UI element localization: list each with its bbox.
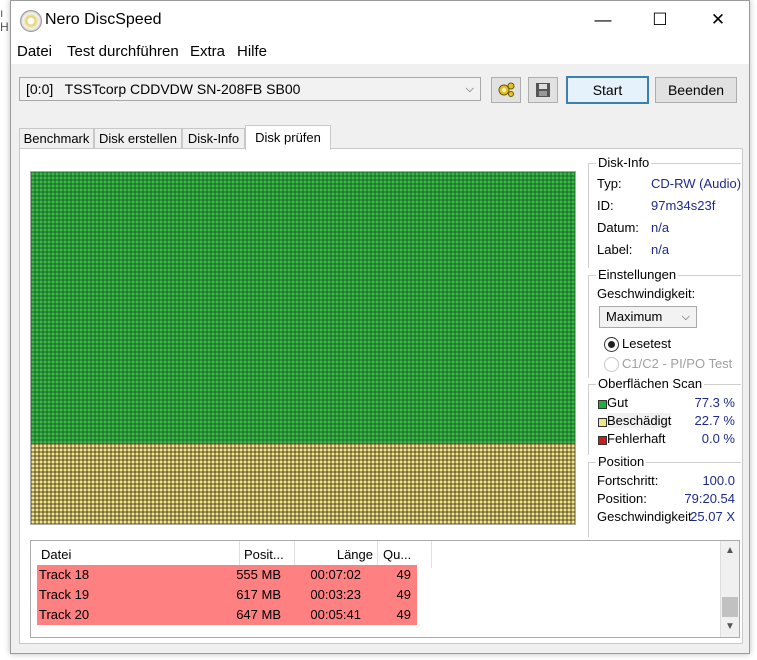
save-icon: [536, 83, 550, 97]
cell-file: Track 18: [39, 567, 90, 582]
speed-select-value: Maximum: [606, 309, 663, 324]
cell-length: 00:03:23: [310, 587, 361, 602]
cell-position: 617 MB: [236, 587, 281, 602]
legend-good-label: Gut: [607, 395, 628, 410]
chevron-down-icon: ⌵: [681, 311, 690, 323]
speed-label: Geschwindigkeit:: [597, 286, 696, 301]
cell-file: Track 19: [39, 587, 90, 602]
cell-position: 555 MB: [236, 567, 281, 582]
radio-read-test-label: Lesetest: [622, 336, 672, 351]
chevron-down-icon: ⌵: [465, 83, 474, 95]
background-window-fragment: H: [0, 20, 9, 34]
disk-date-value: n/a: [651, 220, 670, 235]
legend-good-swatch: [598, 400, 607, 409]
cell-quality: 49: [396, 607, 411, 622]
legend-damaged-label: Beschädigt: [607, 413, 672, 428]
disk-id-value: 97m34s23f: [651, 198, 716, 213]
radio-c1c2-test[interactable]: [604, 357, 619, 372]
minimize-button[interactable]: —: [574, 1, 632, 39]
legend-error-label: Fehlerhaft: [607, 431, 666, 446]
tab-benchmark[interactable]: Benchmark: [19, 128, 94, 149]
close-button[interactable]: ✕: [689, 1, 747, 39]
title-bar: Nero DiscSpeed — ☐ ✕: [11, 1, 749, 39]
cell-quality: 49: [396, 567, 411, 582]
table-row[interactable]: Track 19 617 MB 00:03:23 49: [37, 585, 417, 605]
beenden-button[interactable]: Beenden: [655, 77, 737, 103]
progress-label: Fortschritt:: [597, 473, 659, 488]
disk-label-value: n/a: [651, 242, 670, 257]
drive-select-value: [0:0] TSSTcorp CDDVDW SN-208FB SB00: [26, 81, 301, 97]
disk-type-label: Typ:: [597, 176, 622, 191]
scan-damaged-area: [31, 444, 575, 524]
drive-select[interactable]: [0:0] TSSTcorp CDDVDW SN-208FB SB00 ⌵: [19, 77, 481, 101]
progress-value: 100.0: [702, 473, 735, 488]
tab-strip: Benchmark Disk erstellen Disk-Info Disk …: [19, 125, 739, 150]
tab-disk-info[interactable]: Disk-Info: [182, 128, 245, 149]
column-header-length[interactable]: Länge: [297, 541, 378, 568]
menu-hilfe[interactable]: Hilfe: [237, 43, 267, 60]
surface-scan-title: Oberflächen Scan: [596, 376, 705, 391]
maximize-button[interactable]: ☐: [631, 1, 689, 39]
surface-scan-map: [30, 171, 576, 525]
column-header-position[interactable]: Posit...: [242, 541, 295, 568]
column-header-file[interactable]: Datei: [31, 541, 240, 568]
cell-length: 00:07:02: [310, 567, 361, 582]
disk-info-group: Disk-Info Typ: CD-RW (Audio) ID: 97m34s2…: [588, 155, 742, 268]
surface-scan-group: Oberflächen Scan Gut 77.3 % Beschädigt 2…: [588, 376, 741, 455]
scroll-up-icon[interactable]: ▲: [725, 545, 735, 556]
legend-error-swatch: [598, 436, 607, 445]
disk-info-title: Disk-Info: [596, 155, 652, 170]
disk-id-label: ID:: [597, 198, 614, 213]
menu-test[interactable]: Test durchführen: [67, 43, 179, 60]
table-scrollbar[interactable]: ▲ ▼: [720, 541, 739, 637]
cell-length: 00:05:41: [310, 607, 361, 622]
disk-check-panel: Disk-Info Typ: CD-RW (Audio) ID: 97m34s2…: [19, 148, 743, 644]
position-title: Position: [596, 454, 647, 469]
disk-type-value: CD-RW (Audio): [651, 176, 742, 191]
speed-readout-label: Geschwindigkeit: [597, 509, 692, 524]
legend-damaged-value: 22.7 %: [694, 413, 735, 428]
track-table: Datei Posit... Länge Qu... Track 18 555 …: [30, 540, 740, 638]
main-window: Nero DiscSpeed — ☐ ✕ Datei Test durchfüh…: [10, 0, 750, 654]
scroll-down-icon[interactable]: ▼: [725, 621, 735, 632]
drive-settings-button[interactable]: [491, 77, 521, 103]
speed-select[interactable]: Maximum ⌵: [599, 306, 697, 328]
table-row[interactable]: Track 20 647 MB 00:05:41 49: [37, 605, 417, 625]
column-header-quality[interactable]: Qu...: [379, 541, 432, 568]
tab-disk-erstellen[interactable]: Disk erstellen: [94, 128, 182, 149]
tab-disk-pruefen[interactable]: Disk prüfen: [245, 125, 331, 150]
menu-bar: Datei Test durchführen Extra Hilfe: [11, 39, 749, 64]
legend-error-value: 0.0 %: [701, 431, 735, 446]
nero-disc-icon: [20, 10, 42, 32]
cell-position: 647 MB: [236, 607, 281, 622]
table-row[interactable]: Track 18 555 MB 00:07:02 49: [37, 565, 417, 585]
settings-title: Einstellungen: [596, 267, 679, 282]
menu-datei[interactable]: Datei: [17, 43, 52, 60]
radio-c1c2-test-label: C1/C2 - PI/PO Test: [622, 356, 733, 371]
scrollbar-thumb[interactable]: [722, 597, 738, 617]
speed-readout-value: 25.07 X: [690, 509, 735, 524]
cell-quality: 49: [396, 587, 411, 602]
position-group: Position Fortschritt: 100.0 Position: 79…: [588, 454, 741, 537]
start-button[interactable]: Start: [566, 76, 649, 104]
disk-date-label: Datum:: [597, 220, 639, 235]
menu-extra[interactable]: Extra: [190, 43, 225, 60]
disk-label-label: Label:: [597, 242, 633, 257]
cell-file: Track 20: [39, 607, 90, 622]
save-button[interactable]: [528, 77, 558, 103]
legend-damaged-swatch: [598, 418, 607, 427]
gear-icon: [498, 82, 515, 97]
settings-group: Einstellungen Geschwindigkeit: Maximum ⌵…: [588, 267, 741, 378]
position-label: Position:: [597, 491, 647, 506]
scan-good-area: [31, 172, 575, 444]
window-title: Nero DiscSpeed: [45, 11, 162, 28]
background-window-fragment: ı: [0, 6, 4, 20]
legend-good-value: 77.3 %: [694, 395, 735, 410]
radio-read-test[interactable]: [604, 337, 619, 352]
position-value: 79:20.54: [684, 491, 735, 506]
